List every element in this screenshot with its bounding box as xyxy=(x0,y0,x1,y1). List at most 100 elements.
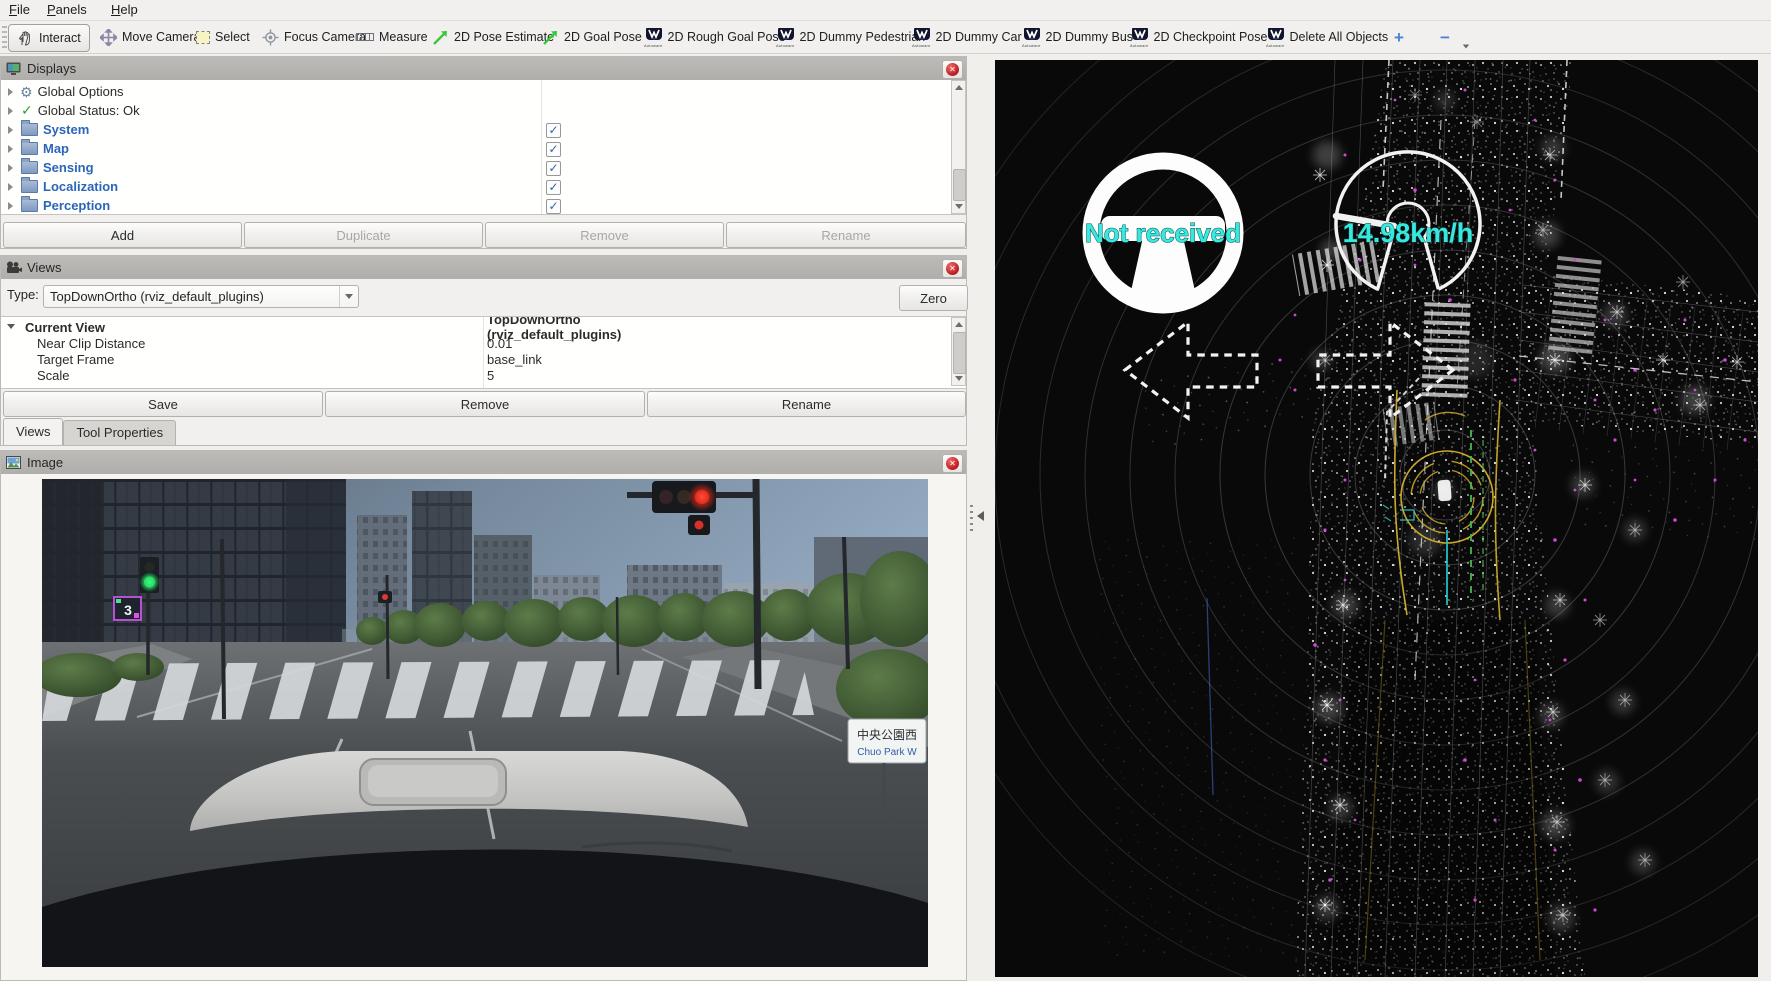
display-row-system[interactable]: System xyxy=(1,120,89,139)
tab-tool-properties[interactable]: Tool Properties xyxy=(63,420,176,445)
display-row-perception[interactable]: Perception xyxy=(1,196,110,215)
view-type-combobox[interactable]: TopDownOrtho (rviz_default_plugins) xyxy=(43,285,359,308)
tool-2d-dummy-car[interactable]: Autoware 2D Dummy Car xyxy=(912,24,1022,50)
autoware-logo-icon xyxy=(777,27,794,44)
tool-delete-all-objects[interactable]: Autoware Delete All Objects xyxy=(1266,24,1388,50)
menu-panels[interactable]: Panels xyxy=(42,0,92,20)
expander-icon[interactable] xyxy=(8,164,13,172)
image-panel: Image ✕ xyxy=(0,450,967,981)
scroll-up-icon[interactable] xyxy=(952,81,965,94)
folder-icon xyxy=(21,123,38,136)
views-scrollbar[interactable] xyxy=(951,317,966,386)
views-panel-header[interactable]: Views ✕ xyxy=(1,256,966,279)
tool-2d-pose-estimate[interactable]: 2D Pose Estimate xyxy=(432,24,554,50)
ok-check-icon: ✓ xyxy=(21,102,33,119)
scrollbar-thumb[interactable] xyxy=(953,169,966,201)
tool-2d-dummy-bus[interactable]: Autoware 2D Dummy Bus xyxy=(1022,24,1133,50)
menu-help[interactable]: Help xyxy=(106,0,143,20)
view-row-scale[interactable]: Scale 5 xyxy=(1,367,70,383)
image-close-button[interactable]: ✕ xyxy=(942,454,963,473)
tool-select[interactable]: Select xyxy=(196,24,250,50)
column-separator xyxy=(541,80,542,214)
expander-icon[interactable] xyxy=(8,107,13,115)
autoware-logo-icon xyxy=(1131,27,1148,44)
save-view-button[interactable]: Save xyxy=(3,391,323,417)
move-arrows-icon xyxy=(100,29,117,46)
countdown-marker: 3 xyxy=(114,597,141,620)
tool-measure[interactable]: Measure xyxy=(356,24,428,50)
tool-2d-checkpoint-pose[interactable]: Autoware 2D Checkpoint Pose xyxy=(1130,24,1267,50)
rviz-window: File Panels Help Interact Move Camera xyxy=(0,0,1771,981)
display-row-map[interactable]: Map xyxy=(1,139,69,158)
expander-icon[interactable] xyxy=(7,324,15,333)
tool-move-camera[interactable]: Move Camera xyxy=(100,24,201,50)
autoware-logo-icon xyxy=(1267,27,1284,44)
picture-icon xyxy=(6,456,21,469)
rename-display-button[interactable]: Rename xyxy=(726,222,966,248)
chevron-down-icon xyxy=(1463,44,1469,48)
checkbox-localization[interactable]: ✓ xyxy=(546,180,561,195)
displays-scrollbar[interactable] xyxy=(951,80,966,214)
expander-icon[interactable] xyxy=(8,145,13,153)
display-row-sensing[interactable]: Sensing xyxy=(1,158,94,177)
svg-text:Chuo Park W: Chuo Park W xyxy=(857,747,917,758)
plus-icon: + xyxy=(1394,29,1404,46)
image-panel-header[interactable]: Image ✕ xyxy=(1,451,966,474)
svg-text:中央公園西: 中央公園西 xyxy=(857,727,917,742)
tool-focus-camera[interactable]: Focus Camera xyxy=(262,24,366,50)
tool-2d-goal-pose[interactable]: 2D Goal Pose xyxy=(542,24,642,50)
autoware-logo-icon xyxy=(645,27,662,44)
tool-2d-dummy-pedestrian[interactable]: Autoware 2D Dummy Pedestrian xyxy=(776,24,925,50)
checkbox-sensing[interactable]: ✓ xyxy=(546,161,561,176)
folder-icon xyxy=(21,142,38,155)
tool-interact[interactable]: Interact xyxy=(8,24,90,52)
remove-tool-button[interactable]: − xyxy=(1440,24,1450,50)
views-panel: Views ✕ Type: TopDownOrtho (rviz_default… xyxy=(0,255,967,446)
column-separator xyxy=(483,317,484,388)
view-row-target-frame[interactable]: Target Frame base_link xyxy=(1,351,114,367)
close-icon: ✕ xyxy=(946,262,959,275)
display-row-localization[interactable]: Localization xyxy=(1,177,118,196)
remove-display-button[interactable]: Remove xyxy=(485,222,724,248)
folder-icon xyxy=(21,161,38,174)
checkbox-map[interactable]: ✓ xyxy=(546,142,561,157)
steering-status-text: Not received xyxy=(1085,218,1241,248)
collapse-left-icon[interactable] xyxy=(977,511,984,521)
scroll-down-icon[interactable] xyxy=(952,200,965,213)
tab-views[interactable]: Views xyxy=(3,418,63,445)
scroll-up-icon[interactable] xyxy=(952,318,965,331)
menu-bar: File Panels Help xyxy=(0,0,1771,21)
checkbox-perception[interactable]: ✓ xyxy=(546,199,561,214)
add-button[interactable]: Add xyxy=(3,222,242,248)
zero-button[interactable]: Zero xyxy=(899,285,968,311)
view-type-value: TopDownOrtho (rviz_default_plugins) xyxy=(44,289,339,304)
view-row-current-view[interactable]: Current View TopDownOrtho (rviz_default_… xyxy=(1,319,105,335)
remove-view-button[interactable]: Remove xyxy=(325,391,645,417)
expander-icon[interactable] xyxy=(8,88,13,96)
toolbar-overflow-button[interactable] xyxy=(1462,33,1470,59)
menu-file[interactable]: File xyxy=(4,0,35,20)
displays-close-button[interactable]: ✕ xyxy=(942,60,963,79)
displays-panel-header[interactable]: Displays ✕ xyxy=(1,57,966,80)
expander-icon[interactable] xyxy=(8,202,13,210)
expander-icon[interactable] xyxy=(8,183,13,191)
display-row-global-options[interactable]: ⚙ Global Options xyxy=(1,82,124,101)
displays-panel-title: Displays xyxy=(27,61,76,76)
display-row-global-status[interactable]: ✓ Global Status: Ok xyxy=(1,101,140,120)
toolbar-grip[interactable] xyxy=(2,26,7,48)
views-close-button[interactable]: ✕ xyxy=(942,259,963,278)
tool-2d-rough-goal-pose[interactable]: Autoware 2D Rough Goal Pose xyxy=(644,24,786,50)
green-pose-arrow-icon xyxy=(542,29,559,46)
splitter-grip[interactable] xyxy=(970,505,973,531)
add-tool-button[interactable]: + xyxy=(1394,24,1404,50)
duplicate-button[interactable]: Duplicate xyxy=(244,222,483,248)
3d-viewport[interactable]: Not received 14.98km/h xyxy=(995,60,1758,977)
checkbox-system[interactable]: ✓ xyxy=(546,123,561,138)
panel-splitter[interactable] xyxy=(967,53,995,981)
camera-image: 3 中央公園西 Chuo Park W xyxy=(42,479,928,967)
expander-icon[interactable] xyxy=(8,126,13,134)
view-row-near-clip[interactable]: Near Clip Distance 0.01 xyxy=(1,335,145,351)
rename-view-button[interactable]: Rename xyxy=(647,391,966,417)
pointcloud-map: Not received 14.98km/h xyxy=(995,60,1758,977)
scrollbar-thumb[interactable] xyxy=(953,332,966,374)
